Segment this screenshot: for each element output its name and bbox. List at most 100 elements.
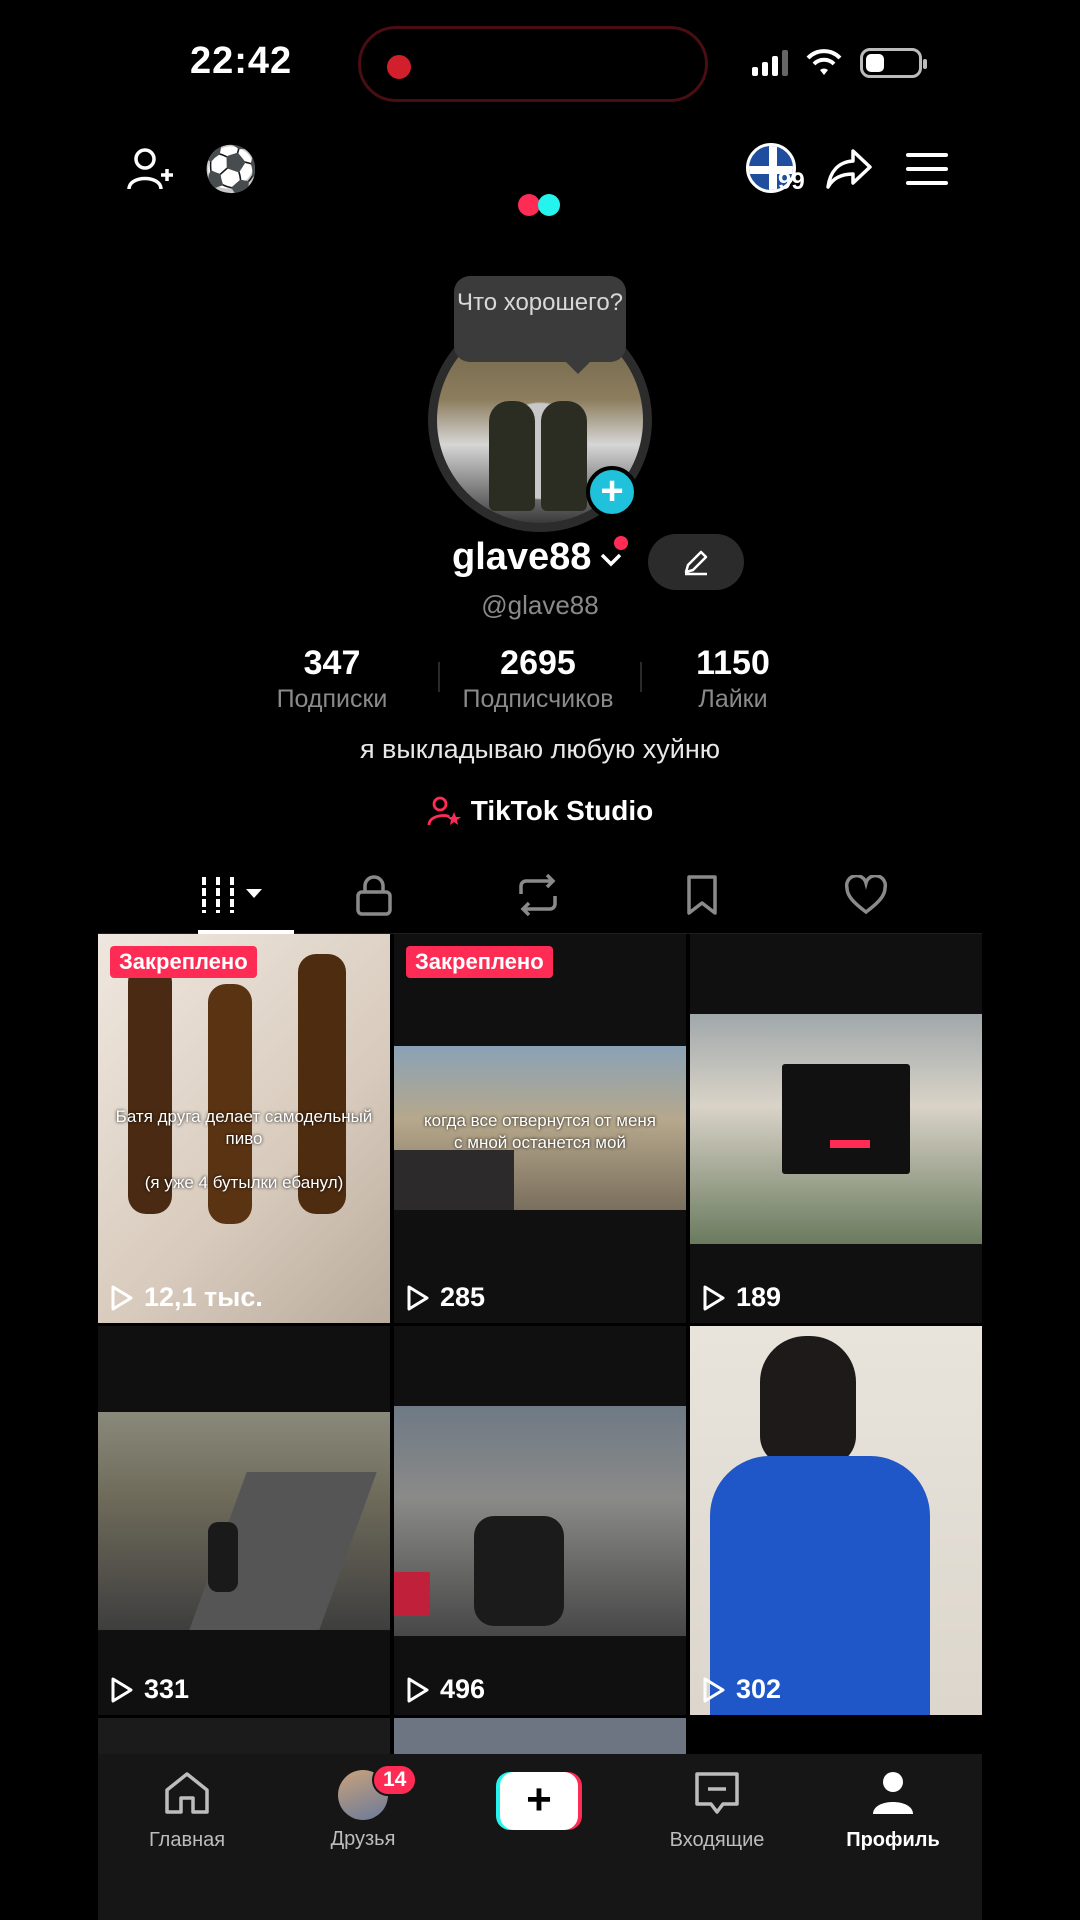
add-friend-icon[interactable]: [124, 144, 176, 194]
nav-friends-label: Друзья: [330, 1828, 396, 1850]
content-tabs: [98, 858, 982, 934]
tiktok-studio-link[interactable]: TikTok Studio: [0, 795, 1080, 827]
video-caption: Батя друга делает самодельный пиво (я уж…: [115, 1107, 373, 1192]
play-icon: [703, 1677, 725, 1702]
nav-home-label: Главная: [148, 1829, 226, 1851]
stat-label: Лайки: [698, 685, 768, 713]
notification-dot: [614, 536, 628, 550]
video-tile[interactable]: Закреплено Батя друга делает самодельный…: [98, 934, 390, 1323]
view-count-value: 189: [736, 1282, 782, 1312]
stat-value: 347: [303, 644, 361, 682]
nav-home[interactable]: Главная: [112, 1770, 262, 1852]
pinned-badge: Закреплено: [406, 946, 553, 978]
video-thumbnail: [98, 1412, 390, 1630]
status-time: 22:42: [190, 40, 293, 82]
divider: [438, 662, 440, 692]
stat-label: Подписки: [276, 685, 388, 713]
avatar-figure: [489, 401, 535, 511]
view-count: 189: [702, 1282, 781, 1313]
view-count-value: 12,1 тыс.: [144, 1282, 263, 1312]
view-count: 496: [406, 1674, 485, 1705]
stat-value: 1150: [696, 644, 770, 682]
video-tile[interactable]: 189: [690, 934, 982, 1323]
nav-profile[interactable]: Профиль: [818, 1770, 968, 1852]
menu-icon[interactable]: [904, 144, 950, 194]
profile-stats: 347 Подписки 2695 Подписчиков 1150 Лайки: [262, 644, 818, 716]
play-icon: [703, 1285, 725, 1310]
studio-label: TikTok Studio: [470, 795, 654, 826]
bookmark-icon: [687, 875, 717, 915]
tab-reposts[interactable]: [508, 870, 568, 920]
friends-badge: 14: [372, 1764, 418, 1796]
nav-inbox[interactable]: Входящие: [642, 1770, 792, 1852]
video-thumbnail: [690, 1014, 982, 1244]
stat-label: Подписчиков: [462, 685, 614, 713]
username: glave88: [452, 536, 592, 578]
profile-bio: я выкладываю любую хуйню: [359, 734, 721, 764]
studio-icon: [427, 796, 461, 826]
nav-inbox-label: Входящие: [669, 1829, 765, 1851]
video-tile[interactable]: 331: [98, 1326, 390, 1715]
signal-icon: [752, 50, 788, 76]
edit-profile-button[interactable]: [648, 534, 744, 590]
status-tooltip[interactable]: Что хорошего?: [454, 276, 626, 374]
edit-icon: [684, 550, 708, 576]
view-count: 285: [406, 1282, 485, 1313]
lock-icon: [356, 875, 392, 916]
soccer-ball-icon[interactable]: ⚽: [204, 142, 259, 196]
status-icons: [752, 48, 927, 78]
heart-icon: [844, 875, 888, 915]
pinned-badge: Закреплено: [110, 946, 257, 978]
view-count-value: 496: [440, 1674, 486, 1704]
stat-likes[interactable]: 1150 Лайки: [668, 644, 798, 714]
play-icon: [407, 1677, 429, 1702]
view-count-value: 302: [736, 1674, 782, 1704]
account-badge-count: 99: [778, 168, 805, 195]
stat-followers[interactable]: 2695 Подписчиков: [452, 644, 624, 714]
divider: [640, 662, 642, 692]
stat-following[interactable]: 347 Подписки: [262, 644, 402, 714]
username-row[interactable]: glave88: [452, 536, 623, 579]
tab-favorites[interactable]: [672, 870, 732, 920]
video-tile[interactable]: [394, 1718, 686, 1754]
play-icon: [111, 1677, 133, 1702]
nav-profile-label: Профиль: [846, 1829, 940, 1851]
status-bar: 22:42: [0, 0, 1080, 130]
video-thumbnail: [690, 1326, 982, 1715]
wifi-icon: [806, 49, 842, 75]
tab-liked[interactable]: [836, 870, 896, 920]
stat-value: 2695: [500, 644, 576, 682]
create-button[interactable]: +: [496, 1772, 582, 1830]
home-icon: [165, 1772, 209, 1814]
tab-videos[interactable]: [178, 870, 288, 920]
avatar-figure: [541, 401, 587, 511]
view-count: 331: [110, 1674, 189, 1705]
share-icon[interactable]: [824, 144, 874, 194]
user-handle: @glave88: [481, 590, 599, 620]
view-count-value: 285: [440, 1282, 486, 1312]
chevron-down-icon: [601, 553, 622, 566]
grid-icon: [202, 877, 262, 913]
recording-indicator: [387, 55, 411, 79]
video-thumbnail: [394, 1406, 686, 1636]
repost-icon: [519, 874, 557, 916]
tab-private[interactable]: [344, 870, 404, 920]
video-tile[interactable]: Закреплено когда все отвернутся от меня …: [394, 934, 686, 1323]
bottom-nav: Главная 14 Друзья + Входящие Профиль: [98, 1754, 982, 1920]
play-icon: [407, 1285, 429, 1310]
inbox-icon: [695, 1772, 739, 1814]
add-story-button[interactable]: +: [586, 466, 638, 518]
plus-icon: +: [500, 1772, 578, 1830]
dynamic-island: [358, 26, 708, 102]
battery-icon: [860, 48, 927, 78]
view-count-value: 331: [144, 1674, 190, 1704]
video-tile[interactable]: 496: [394, 1326, 686, 1715]
video-grid: Закреплено Батя друга делает самодельный…: [98, 934, 982, 1754]
play-icon: [111, 1285, 133, 1310]
video-tile[interactable]: 302: [690, 1326, 982, 1715]
nav-friends[interactable]: 14 Друзья: [288, 1764, 438, 1851]
view-count: 302: [702, 1674, 781, 1705]
profile-icon: [873, 1772, 913, 1814]
video-tile[interactable]: [98, 1718, 390, 1754]
story-dots: [518, 194, 560, 216]
